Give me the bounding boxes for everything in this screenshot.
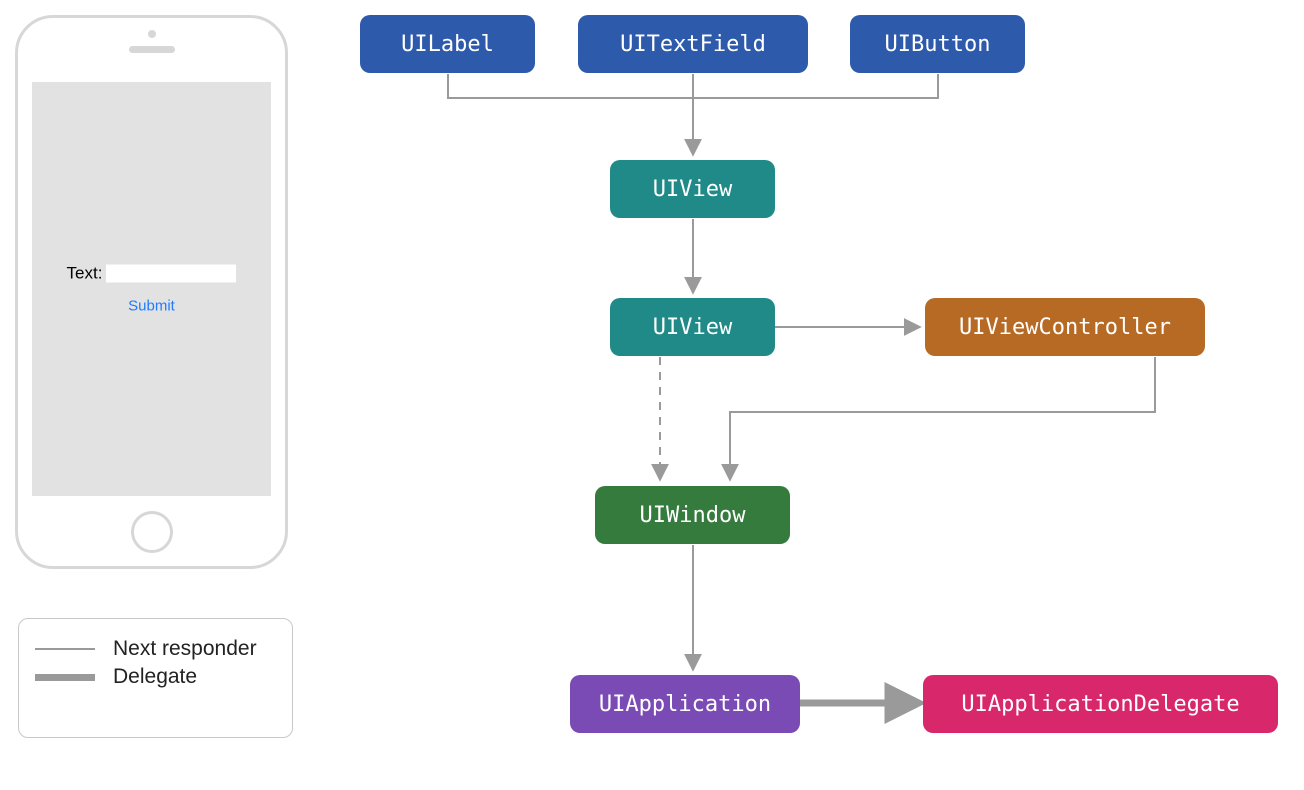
node-uiapplication: UIApplication — [570, 675, 800, 733]
text-field[interactable] — [106, 265, 236, 283]
node-uiview-1: UIView — [610, 160, 775, 218]
phone-camera-dot — [148, 30, 156, 38]
phone-mockup: Text: Submit — [15, 15, 288, 569]
submit-button[interactable]: Submit — [67, 298, 237, 315]
phone-form-row: Text: — [67, 264, 237, 284]
node-uiviewcontroller: UIViewController — [925, 298, 1205, 356]
node-uibutton: UIButton — [850, 15, 1025, 73]
legend: Next responder Delegate — [18, 618, 293, 738]
node-uiapplicationdelegate: UIApplicationDelegate — [923, 675, 1278, 733]
legend-thin-line-icon — [35, 648, 95, 650]
phone-speaker — [129, 46, 175, 53]
home-button[interactable] — [131, 511, 173, 553]
legend-delegate-label: Delegate — [113, 665, 197, 689]
phone-form: Text: Submit — [67, 264, 237, 315]
text-label: Text: — [67, 264, 103, 284]
node-uilabel: UILabel — [360, 15, 535, 73]
node-uitextfield: UITextField — [578, 15, 808, 73]
node-uiwindow: UIWindow — [595, 486, 790, 544]
legend-row-delegate: Delegate — [35, 665, 276, 689]
legend-next-label: Next responder — [113, 637, 257, 661]
legend-row-next: Next responder — [35, 637, 276, 661]
phone-screen: Text: Submit — [32, 82, 271, 496]
node-uiview-2: UIView — [610, 298, 775, 356]
legend-thick-line-icon — [35, 674, 95, 681]
